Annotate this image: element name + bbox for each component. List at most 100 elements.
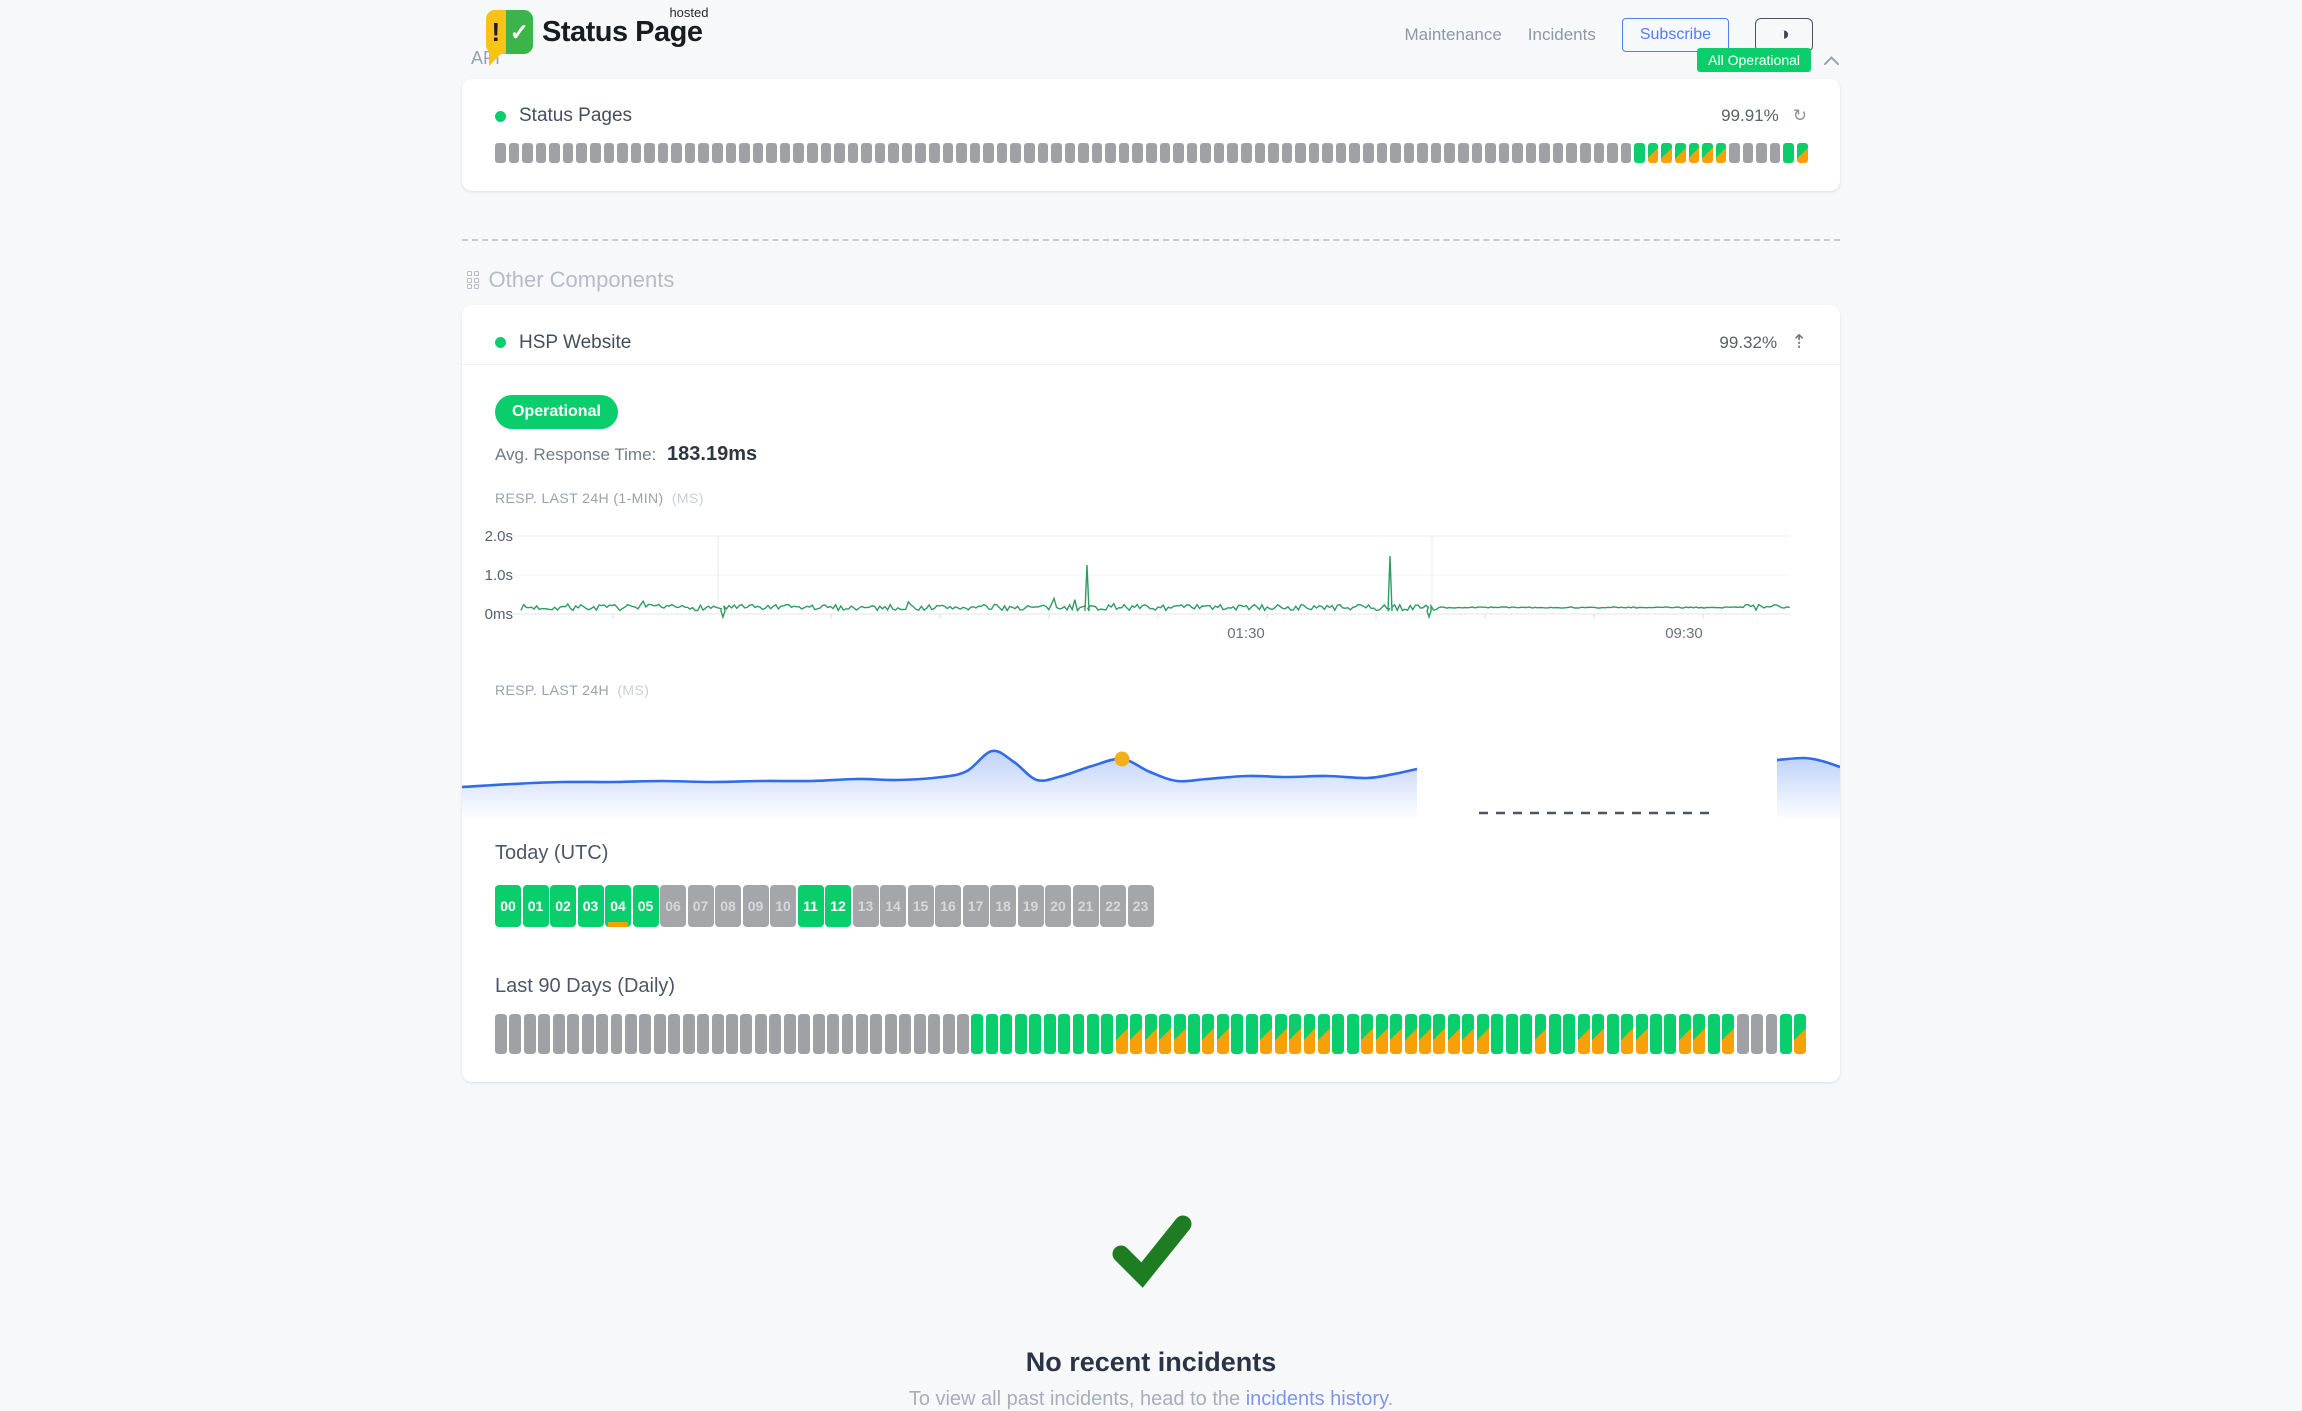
uptime-bar [668,1014,680,1054]
uptime-bar [1309,143,1320,163]
uptime-percent: 99.32% [1719,333,1777,353]
theme-toggle-button[interactable]: ◑ [1755,18,1813,52]
uptime-bar [1417,143,1428,163]
hour-block-21: 21 [1073,885,1099,927]
uptime-bar [807,143,818,163]
uptime-bar [753,143,764,163]
hour-block-22: 22 [1100,885,1126,927]
api-card: Status Pages 99.91% ↻ [462,79,1840,191]
svg-text:1.0s: 1.0s [485,567,513,584]
nav-maintenance[interactable]: Maintenance [1404,25,1501,45]
uptime-bar [870,1014,882,1054]
uptime-bar [522,143,533,163]
uptime-bar [986,1014,998,1054]
uptime-bar [1404,143,1415,163]
uptime-bar [1716,143,1727,163]
uptime-bar [1578,1014,1590,1054]
uptime-bar [631,143,642,163]
today-heading: Today (UTC) [495,842,1807,865]
status-badge-all-operational: All Operational [1697,48,1811,72]
grid-icon [467,271,479,289]
uptime-bar [1051,143,1062,163]
avg-response-value: 183.19ms [667,443,757,465]
other-components-heading: Other Components [489,267,675,293]
uptime-bar [1214,143,1225,163]
uptime-bar [1648,143,1659,163]
uptime-bar [1563,1014,1575,1054]
hour-block-04: 04 [605,885,631,927]
nav-incidents[interactable]: Incidents [1528,25,1596,45]
uptime-bar [1202,1014,1214,1054]
uptime-bar [1260,1014,1272,1054]
uptime-bar [654,1014,666,1054]
incidents-history-link[interactable]: incidents history [1246,1388,1388,1410]
uptime-bar [1458,143,1469,163]
uptime-bar [524,1014,536,1054]
component-name: HSP Website [519,332,631,354]
hour-block-01: 01 [523,885,549,927]
uptime-bar [957,1014,969,1054]
hour-block-16: 16 [935,885,961,927]
brand-title: Status Page hosted [542,16,703,49]
contrast-icon: ◑ [1778,24,1789,46]
svg-text:0ms: 0ms [485,606,513,623]
uptime-bar [885,1014,897,1054]
uptime-bar [1282,143,1293,163]
uptime-bar [821,143,832,163]
hsp-website-card: HSP Website 99.32% ⇡ Operational Avg. Re… [462,305,1840,1082]
uptime-bar [1376,1014,1388,1054]
hour-block-08: 08 [715,885,741,927]
hour-block-19: 19 [1018,885,1044,927]
uptime-bar [1661,143,1672,163]
subscribe-button[interactable]: Subscribe [1622,18,1729,52]
chart2-unit: (MS) [617,682,649,698]
chevron-up-icon[interactable] [1823,55,1840,66]
uptime-bar [509,143,520,163]
uptime-bar [1390,143,1401,163]
hour-block-17: 17 [963,885,989,927]
uptime-bar [983,143,994,163]
hour-block-07: 07 [688,885,714,927]
uptime-bar [683,1014,695,1054]
uptime-bar [739,143,750,163]
uptime-bar [1173,143,1184,163]
uptime-bar [1029,1014,1041,1054]
uptime-bar [1130,1014,1142,1054]
uptime-bar [509,1014,521,1054]
uptime-bar [1347,1014,1359,1054]
page-header: ! ✓ Status Page hosted Maintenance Incid… [462,0,1840,54]
uptime-bar [915,143,926,163]
hour-block-03: 03 [578,885,604,927]
uptime-bar [567,1014,579,1054]
chart-highlight-marker [1115,752,1130,767]
uptime-bar [1766,1014,1778,1054]
uptime-percent: 99.91% [1721,106,1779,126]
uptime-bar [1770,143,1781,163]
uptime-bar [1783,143,1794,163]
uptime-bar [1607,143,1618,163]
uptime-bar [1729,143,1740,163]
uptime-bar [1010,143,1021,163]
uptime-bar [611,1014,623,1054]
uptime-bar [1621,1014,1633,1054]
refresh-icon[interactable]: ↻ [1793,106,1807,126]
uptime-bar [848,143,859,163]
uptime-bar [698,143,709,163]
trend-up-icon: ⇡ [1791,331,1807,354]
uptime-bar [576,143,587,163]
uptime-bar [856,1014,868,1054]
uptime-bar [1693,1014,1705,1054]
uptime-bar [888,143,899,163]
uptime-bar [1246,1014,1258,1054]
uptime-bar [1132,143,1143,163]
uptime-bar [1101,1014,1113,1054]
uptime-bar [1512,143,1523,163]
uptime-bar [1390,1014,1402,1054]
uptime-bar [1553,143,1564,163]
hour-block-18: 18 [990,885,1016,927]
uptime-bar [495,1014,507,1054]
uptime-bar [625,1014,637,1054]
avg-response-label: Avg. Response Time: [495,445,656,464]
uptime-bar [780,143,791,163]
brand-superscript: hosted [669,5,708,20]
